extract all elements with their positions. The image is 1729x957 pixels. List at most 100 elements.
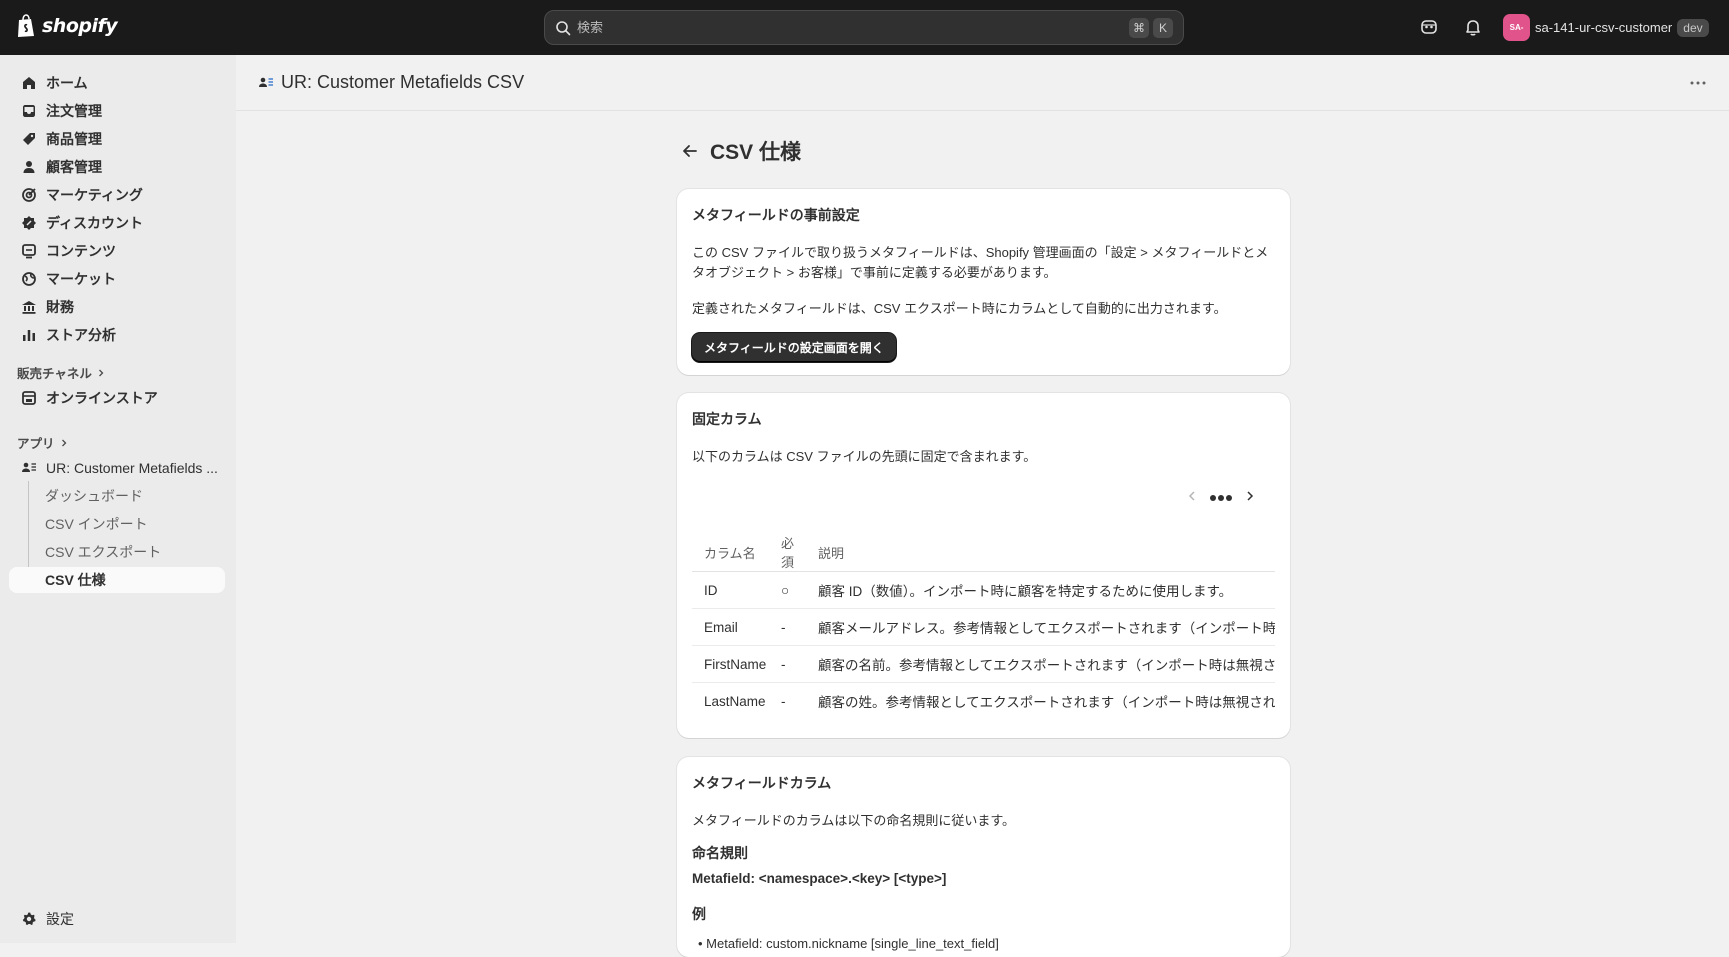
gear-icon xyxy=(22,912,36,925)
fixed-columns-card: 固定カラム 以下のカラムは CSV ファイルの先頭に固定で含まれます。 カラム名… xyxy=(677,393,1290,738)
account-name: sa-141-ur-csv-customer xyxy=(1535,20,1673,35)
section-label-text: 販売チャネル xyxy=(17,367,92,381)
scroll-dots-icon xyxy=(1209,488,1233,504)
cell-required: - xyxy=(769,608,806,646)
card-heading: メタフィールドの事前設定 xyxy=(692,207,860,223)
section-label-text: アプリ xyxy=(17,437,55,451)
cell-column-name: FirstName xyxy=(692,645,769,683)
card-paragraph: 定義されたメタフィールドは、CSV エクスポート時にカラムとして自動的に出力され… xyxy=(692,301,1227,316)
table-pager xyxy=(1187,488,1255,504)
sidebar-item-label: 財務 xyxy=(46,299,74,315)
example-item-text: Metafield: custom.nickname [single_line_… xyxy=(706,936,999,951)
sidebar-item-label: ホーム xyxy=(46,75,88,91)
cell-column-name: Email xyxy=(692,608,769,646)
cell-required: ○ xyxy=(769,571,806,609)
bell-icon[interactable] xyxy=(1463,17,1483,37)
logo-text: shopify xyxy=(42,15,118,37)
card-paragraph: 以下のカラムは CSV ファイルの先頭に固定で含まれます。 xyxy=(692,449,1037,464)
table-row: Email - 顧客メールアドレス。参考情報としてエクスポートされます（インポー… xyxy=(692,608,1275,646)
bank-icon xyxy=(22,301,36,314)
sidebar-item-label: 商品管理 xyxy=(46,131,102,147)
sidebar-subitem-csv-import[interactable]: CSV インポート xyxy=(9,511,225,537)
sidebar-item-home[interactable]: ホーム xyxy=(9,70,225,96)
back-arrow-icon[interactable] xyxy=(680,141,700,161)
apps-section[interactable]: アプリ xyxy=(17,433,69,452)
search-icon xyxy=(556,20,571,35)
example-heading: 例 xyxy=(692,906,706,922)
chevron-right-icon[interactable] xyxy=(1245,490,1255,502)
fixed-columns-table: カラム名 必須 説明 ID ○ 顧客 ID（数値）。インポート時に顧客を特定する… xyxy=(692,533,1275,720)
sidebar-item-markets[interactable]: マーケット xyxy=(9,266,225,292)
sidebar-item-content[interactable]: コンテンツ xyxy=(9,238,225,264)
store-icon xyxy=(22,391,36,405)
chevron-left-icon[interactable] xyxy=(1187,490,1197,502)
cell-description: 顧客の名前。参考情報としてエクスポートされます（インポート時は無視されます） xyxy=(806,645,1275,683)
sidebar: ホーム 注文管理 商品管理 顧客管理 マーケティング ディスカウント コンテンツ… xyxy=(0,55,236,943)
chevron-right-icon xyxy=(98,369,104,376)
cell-description: 顧客の姓。参考情報としてエクスポートされます（インポート時は無視されます） xyxy=(818,695,1275,711)
more-horizontal-icon[interactable] xyxy=(1689,75,1707,91)
sidebar-item-orders[interactable]: 注文管理 xyxy=(9,98,225,124)
card-paragraph: メタフィールドのカラムは以下の命名規則に従います。 xyxy=(692,813,1016,828)
sidebar-item-label: ディスカウント xyxy=(46,215,144,231)
top-bar: shopify ⌘ K SA- sa-141-ur-csv-customer d… xyxy=(0,0,1729,55)
app-person-list-icon xyxy=(22,462,36,472)
search-bar[interactable]: ⌘ K xyxy=(544,10,1184,45)
sidebar-item-label: コンテンツ xyxy=(46,243,116,259)
cell-description: 顧客メールアドレス。参考情報としてエクスポートされます（インポート時は無視されま… xyxy=(806,608,1275,646)
chart-icon xyxy=(23,330,35,341)
env-badge: dev xyxy=(1677,18,1709,37)
cell-description: 顧客 ID（数値）。インポート時に顧客を特定するために使用します。 xyxy=(806,571,1275,609)
sidebar-subitem-csv-spec[interactable]: CSV 仕様 xyxy=(9,567,225,593)
card-paragraph: この CSV ファイルで取り扱うメタフィールドは、Shopify 管理画面の「設… xyxy=(692,245,1269,280)
card-heading: 固定カラム xyxy=(692,411,762,427)
sidebar-item-label: 注文管理 xyxy=(46,103,102,119)
app-title: UR: Customer Metafields CSV xyxy=(257,72,524,93)
sidebar-item-label: UR: Customer Metafields ... xyxy=(46,460,218,476)
sidebar-item-customers[interactable]: 顧客管理 xyxy=(9,154,225,180)
sidebar-subitem-label: CSV エクスポート xyxy=(45,544,162,560)
column-header-description: 説明 xyxy=(806,533,1275,572)
table-row: ID ○ 顧客 ID（数値）。インポート時に顧客を特定するために使用します。 xyxy=(692,571,1275,609)
card-heading: メタフィールドカラム xyxy=(692,775,832,791)
sidebar-item-marketing[interactable]: マーケティング xyxy=(9,182,225,208)
sidebar-item-settings[interactable]: 設定 xyxy=(9,906,225,932)
sidebar-subitem-label: ダッシュボード xyxy=(45,488,143,504)
sidebar-item-app[interactable]: UR: Customer Metafields ... xyxy=(9,455,225,481)
sidebar-item-online-store[interactable]: オンラインストア xyxy=(9,385,225,411)
account-menu[interactable]: SA- sa-141-ur-csv-customer dev xyxy=(1503,14,1709,41)
open-metafield-settings-button[interactable]: メタフィールドの設定画面を開く xyxy=(692,333,896,362)
page-title-text: CSV 仕様 xyxy=(710,141,802,164)
sidebar-item-label: マーケット xyxy=(46,271,116,287)
shortcut-key-k: K xyxy=(1153,17,1173,38)
sidebar-subitem-dashboard[interactable]: ダッシュボード xyxy=(9,483,225,509)
app-header: UR: Customer Metafields CSV xyxy=(236,55,1729,111)
search-input[interactable] xyxy=(577,20,1125,35)
column-header-required: 必須 xyxy=(769,533,806,572)
table-row: FirstName - 顧客の名前。参考情報としてエクスポートされます（インポー… xyxy=(692,645,1275,683)
chevron-right-icon xyxy=(61,439,66,446)
discount-icon xyxy=(22,216,36,230)
tag-icon xyxy=(23,133,35,145)
sidebar-item-label: オンラインストア xyxy=(46,390,158,406)
example-item: • Metafield: custom.nickname [single_lin… xyxy=(698,936,999,951)
avatar: SA- xyxy=(1503,14,1530,41)
sidebar-subitem-csv-export[interactable]: CSV エクスポート xyxy=(9,539,225,565)
globe-icon xyxy=(22,272,36,286)
person-icon xyxy=(23,161,35,173)
metafield-prereq-card: メタフィールドの事前設定 この CSV ファイルで取り扱うメタフィールドは、Sh… xyxy=(677,189,1290,375)
column-header-name: カラム名 xyxy=(692,533,769,572)
sidebar-item-analytics[interactable]: ストア分析 xyxy=(9,322,225,348)
sidebar-item-label: 顧客管理 xyxy=(46,159,102,175)
assistant-icon[interactable] xyxy=(1419,17,1439,37)
sidebar-item-finance[interactable]: 財務 xyxy=(9,294,225,320)
sidebar-item-products[interactable]: 商品管理 xyxy=(9,126,225,152)
sales-channels-section[interactable]: 販売チャネル xyxy=(17,363,106,382)
sidebar-item-discounts[interactable]: ディスカウント xyxy=(9,210,225,236)
app-person-list-icon xyxy=(259,77,273,87)
home-icon xyxy=(23,77,35,89)
naming-rule-heading: 命名規則 xyxy=(692,845,748,861)
sidebar-subitem-label: CSV インポート xyxy=(45,516,148,532)
cell-column-name: LastName xyxy=(704,693,766,709)
shopify-logo[interactable]: shopify xyxy=(16,14,118,38)
